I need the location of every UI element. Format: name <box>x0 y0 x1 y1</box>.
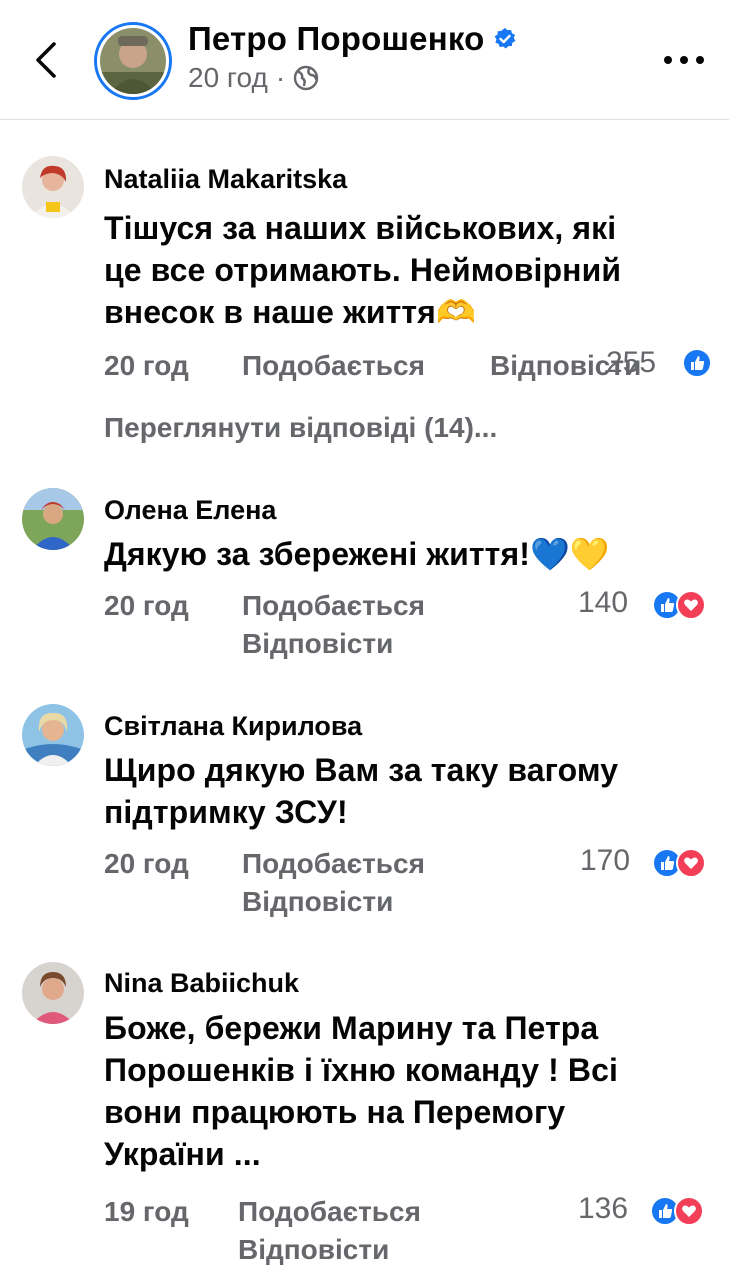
reactions[interactable] <box>652 848 706 878</box>
comment-avatar[interactable] <box>22 704 84 766</box>
comment-time[interactable]: 20 год <box>104 848 189 880</box>
comment-text: Дякую за збережені життя!💙💛 <box>104 533 704 575</box>
comment-author[interactable]: Олена Елена <box>104 495 276 526</box>
comment-line: Тішуся за наших військових, які <box>104 210 617 246</box>
globe-icon <box>293 65 319 91</box>
comment-line: це все отримають. Неймовірний <box>104 252 622 288</box>
reaction-count[interactable]: 255 <box>606 346 656 380</box>
comment-line: вони працюють на Перемогу <box>104 1094 566 1130</box>
page-avatar[interactable] <box>94 22 172 100</box>
comment-line: Щиро дякую Вам за таку вагому <box>104 752 619 788</box>
reply-button[interactable]: Відповісти <box>238 1234 389 1266</box>
page-name[interactable]: Петро Порошенко <box>188 20 485 58</box>
like-button[interactable]: Подобається <box>242 848 425 880</box>
comment-line: внесок в наше життя🫶 <box>104 294 476 330</box>
comment-text: Боже, бережи Марину та Петра Порошенків … <box>104 1007 704 1175</box>
like-button[interactable]: Подобається <box>238 1196 421 1228</box>
reactions[interactable] <box>652 590 706 620</box>
like-button[interactable]: Подобається <box>242 350 425 382</box>
comment-time[interactable]: 20 год <box>104 590 189 622</box>
comment-author[interactable]: Nataliia Makaritska <box>104 164 347 195</box>
love-reaction-icon <box>676 848 706 878</box>
comment-text: Щиро дякую Вам за таку вагому підтримку … <box>104 749 704 833</box>
comment-line: Дякую за збережені життя!💙💛 <box>104 536 610 572</box>
comment-line: України ... <box>104 1136 261 1172</box>
comment-author[interactable]: Світлана Кирилова <box>104 711 362 742</box>
comment-time[interactable]: 19 год <box>104 1196 189 1228</box>
comment-line: Боже, бережи Марину та Петра <box>104 1010 599 1046</box>
page-avatar-photo <box>100 28 166 94</box>
comment-line: підтримку ЗСУ! <box>104 794 348 830</box>
comment-author[interactable]: Nina Babiichuk <box>104 968 299 999</box>
love-reaction-icon <box>676 590 706 620</box>
more-dot <box>680 56 688 64</box>
reactions[interactable] <box>682 348 712 378</box>
reaction-count[interactable]: 140 <box>578 586 628 620</box>
more-dots-icon <box>664 56 672 64</box>
more-dot <box>696 56 704 64</box>
more-options-button[interactable] <box>664 48 704 72</box>
reactions[interactable] <box>650 1196 704 1226</box>
meta-separator: · <box>275 62 286 93</box>
post-time[interactable]: 20 год <box>188 62 268 94</box>
chevron-left-icon <box>36 42 56 78</box>
comment-avatar[interactable] <box>22 488 84 550</box>
comment-text: Тішуся за наших військових, які це все о… <box>104 207 704 333</box>
post-header: Петро Порошенко 20 год · <box>0 0 729 120</box>
like-button[interactable]: Подобається <box>242 590 425 622</box>
love-reaction-icon <box>674 1196 704 1226</box>
reaction-count[interactable]: 170 <box>580 844 630 878</box>
reply-button[interactable]: Відповісти <box>242 886 393 918</box>
comment-avatar[interactable] <box>22 962 84 1024</box>
comment-time[interactable]: 20 год <box>104 350 189 382</box>
view-replies-link[interactable]: Переглянути відповіді (14)... <box>104 412 497 444</box>
reply-button[interactable]: Відповісти <box>242 628 393 660</box>
comment-avatar[interactable] <box>22 156 84 218</box>
verified-badge-icon <box>494 28 515 49</box>
comment-line: Порошенків і їхню команду ! Всі <box>104 1052 618 1088</box>
reaction-count[interactable]: 136 <box>578 1192 628 1226</box>
back-button[interactable] <box>26 36 66 84</box>
like-reaction-icon <box>682 348 712 378</box>
